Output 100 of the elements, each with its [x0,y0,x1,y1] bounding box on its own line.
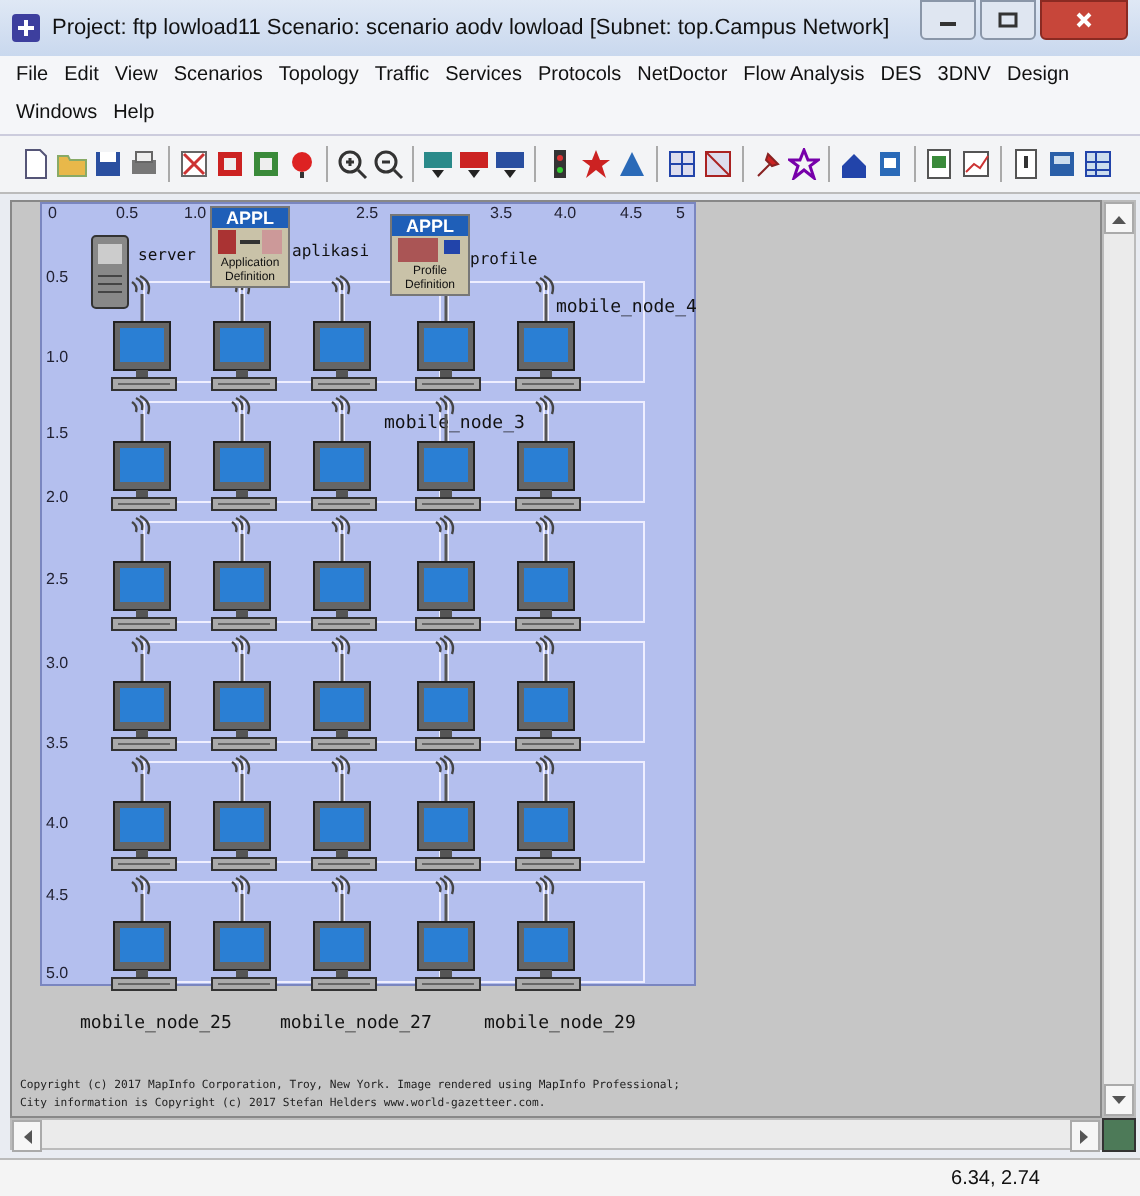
maximize-button[interactable] [980,0,1036,40]
axis-tick: 3.5 [46,734,69,752]
axis-tick: 0.5 [116,204,139,222]
left-arrow-icon [22,1129,32,1143]
workstation-icon [308,754,380,874]
node-label: profile [470,250,538,268]
right-arrow-icon [1080,1129,1090,1143]
workstation-icon [512,754,584,874]
workstation-icon [108,274,180,394]
workstation-icon [512,514,584,634]
axis-tick: 4.0 [46,814,69,832]
close-button[interactable] [1040,0,1128,40]
workstation-icon [108,874,180,994]
workstation-icon [108,394,180,514]
axis-tick: 3.5 [490,204,513,222]
pin-icon[interactable] [752,148,784,180]
crossed-grid-icon[interactable] [702,148,734,180]
save-icon[interactable] [92,148,124,180]
node-label: aplikasi [292,242,370,260]
workstation-icon [308,514,380,634]
workstation-icon [412,754,484,874]
menu-item[interactable]: Help [105,98,163,128]
workstation-icon [308,274,380,394]
node-label: mobile_node_29 [484,1014,636,1034]
app-icon [12,14,40,42]
marker-icon[interactable] [286,148,318,180]
grid-icon[interactable] [666,148,698,180]
axis-tick: 5 [676,204,685,222]
workstation-icon [108,514,180,634]
scroll-up-button[interactable] [1104,202,1134,234]
axis-tick: 4.5 [46,886,69,904]
triangle-icon[interactable] [616,148,648,180]
horizontal-scrollbar[interactable] [10,1118,1102,1150]
workstation-icon [512,874,584,994]
new-page-icon[interactable] [20,148,52,180]
node-label: server [138,246,196,264]
menu-item[interactable]: Scenarios [165,60,271,90]
workstation-icon [208,394,280,514]
star-outline-icon[interactable] [788,148,820,180]
workstation-icon [208,514,280,634]
menu-item[interactable]: NetDoctor [629,60,736,90]
card-icon[interactable] [874,148,906,180]
maximize-icon [998,12,1018,28]
menu-item[interactable]: Edit [56,60,107,90]
menu-item[interactable]: DES [872,60,930,90]
axis-tick: 2.5 [356,204,379,222]
window-title: Project: ftp lowload11 Scenario: scenario aodv lowload [Subnet: top.Campus Network] [52,16,892,40]
workstation-icon [308,394,380,514]
axis-tick: 3.0 [46,654,69,672]
node-label: mobile_node_25 [80,1014,232,1034]
axis-tick: 4.5 [620,204,643,222]
menu-item[interactable]: Traffic [366,60,438,90]
axis-tick: 0.5 [46,268,69,286]
menu-item[interactable]: Design [998,60,1078,90]
workstation-icon [208,754,280,874]
document-icon[interactable] [924,148,956,180]
node-label: mobile_node_4 [556,298,697,318]
zoom-out-icon[interactable] [372,148,404,180]
zoom-in-icon[interactable] [336,148,368,180]
vertical-scrollbar[interactable] [1102,200,1136,1118]
axis-tick: 1.0 [46,348,69,366]
menu-item[interactable]: Flow Analysis [735,60,873,90]
axis-tick: 2.0 [46,488,69,506]
printer-icon[interactable] [128,148,160,180]
workstation-icon [308,634,380,754]
status-coordinates: 6.34, 2.74 [951,1167,1040,1189]
scroll-right-button[interactable] [1070,1120,1100,1152]
menu-item[interactable]: Topology [270,60,367,90]
workstation-icon [208,634,280,754]
menu-item[interactable]: Windows [8,98,106,128]
close-icon [1074,12,1094,28]
star-icon[interactable] [580,148,612,180]
menu-item[interactable]: Protocols [529,60,630,90]
scroll-left-button[interactable] [12,1120,42,1152]
up-arrow-icon [1112,213,1126,223]
menu-item[interactable]: File [8,60,57,90]
axis-tick: 0 [48,204,57,222]
menu-item[interactable]: View [106,60,166,90]
down-arrow-icon [1112,1095,1126,1105]
axis-tick: 4.0 [554,204,577,222]
menu-item[interactable]: 3DNV [929,60,999,90]
axis-tick: 1.0 [184,204,207,222]
node-label: mobile_node_27 [280,1014,432,1034]
workstation-icon [512,634,584,754]
menu-item[interactable]: Services [437,60,530,90]
workstation-icon [412,514,484,634]
server-icon [88,232,132,312]
house-icon[interactable] [838,148,870,180]
workstation-icon [108,634,180,754]
window-icon[interactable] [1046,148,1078,180]
axis-tick: 1.5 [46,424,69,442]
minimize-button[interactable] [920,0,976,40]
axis-tick: 2.5 [46,570,69,588]
chart-icon[interactable] [960,148,992,180]
scroll-down-button[interactable] [1104,1084,1134,1116]
workstation-icon [412,874,484,994]
workstation-icon [108,754,180,874]
table-icon[interactable] [1082,148,1114,180]
workstation-icon [412,634,484,754]
axis-tick: 5.0 [46,964,69,982]
